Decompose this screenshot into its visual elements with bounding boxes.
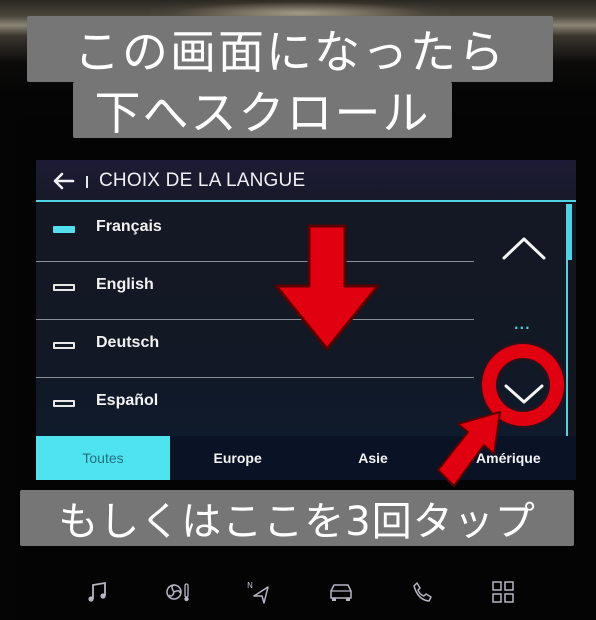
selected-indicator xyxy=(53,226,75,233)
caption-line-2: 下へスクロール xyxy=(73,82,452,140)
back-button[interactable] xyxy=(50,168,76,194)
tab-asie[interactable]: Asie xyxy=(305,436,440,480)
caption-line-3: もしくはここを3回タップ xyxy=(20,490,574,546)
language-item-english[interactable]: English xyxy=(36,262,474,320)
car-icon xyxy=(329,584,352,601)
screen-header: CHOIX DE LA LANGUE xyxy=(36,160,576,202)
red-arrow-down-icon xyxy=(274,224,380,351)
tab-toutes[interactable]: Toutes xyxy=(36,436,170,480)
arrow-left-icon xyxy=(53,172,75,190)
climate-button[interactable] xyxy=(163,577,193,607)
header-separator xyxy=(86,176,88,188)
vehicle-button[interactable] xyxy=(326,577,356,607)
navigation-icon: N xyxy=(247,581,270,604)
language-item-deutsch[interactable]: Deutsch xyxy=(36,320,474,378)
chevron-up-icon xyxy=(502,237,546,260)
language-item-francais[interactable]: Français xyxy=(36,204,474,262)
unselected-indicator xyxy=(53,342,75,349)
music-button[interactable] xyxy=(82,577,112,607)
scrollbar-thumb[interactable] xyxy=(566,204,572,260)
scroll-up-button[interactable] xyxy=(494,226,554,270)
apps-button[interactable] xyxy=(488,577,518,607)
unselected-indicator xyxy=(53,284,75,291)
tab-europe[interactable]: Europe xyxy=(170,436,305,480)
language-label: Español xyxy=(96,392,159,409)
unselected-indicator xyxy=(53,400,75,407)
language-item-espanol[interactable]: Español xyxy=(36,378,474,436)
language-label: Deutsch xyxy=(96,334,160,351)
more-indicator: ... xyxy=(514,318,531,332)
music-icon xyxy=(88,581,106,602)
language-label: English xyxy=(96,276,154,293)
phone-button[interactable] xyxy=(407,577,437,607)
language-label: Français xyxy=(96,218,162,235)
climate-icon xyxy=(166,583,189,602)
svg-text:N: N xyxy=(247,581,253,590)
navigation-button[interactable]: N xyxy=(244,577,274,607)
phone-icon xyxy=(413,582,432,602)
caption-line-1: この画面になったら xyxy=(27,16,553,82)
bottom-icon-bar: N xyxy=(60,570,540,614)
apps-grid-icon xyxy=(492,581,514,603)
screen-title: CHOIX DE LA LANGUE xyxy=(99,170,306,191)
